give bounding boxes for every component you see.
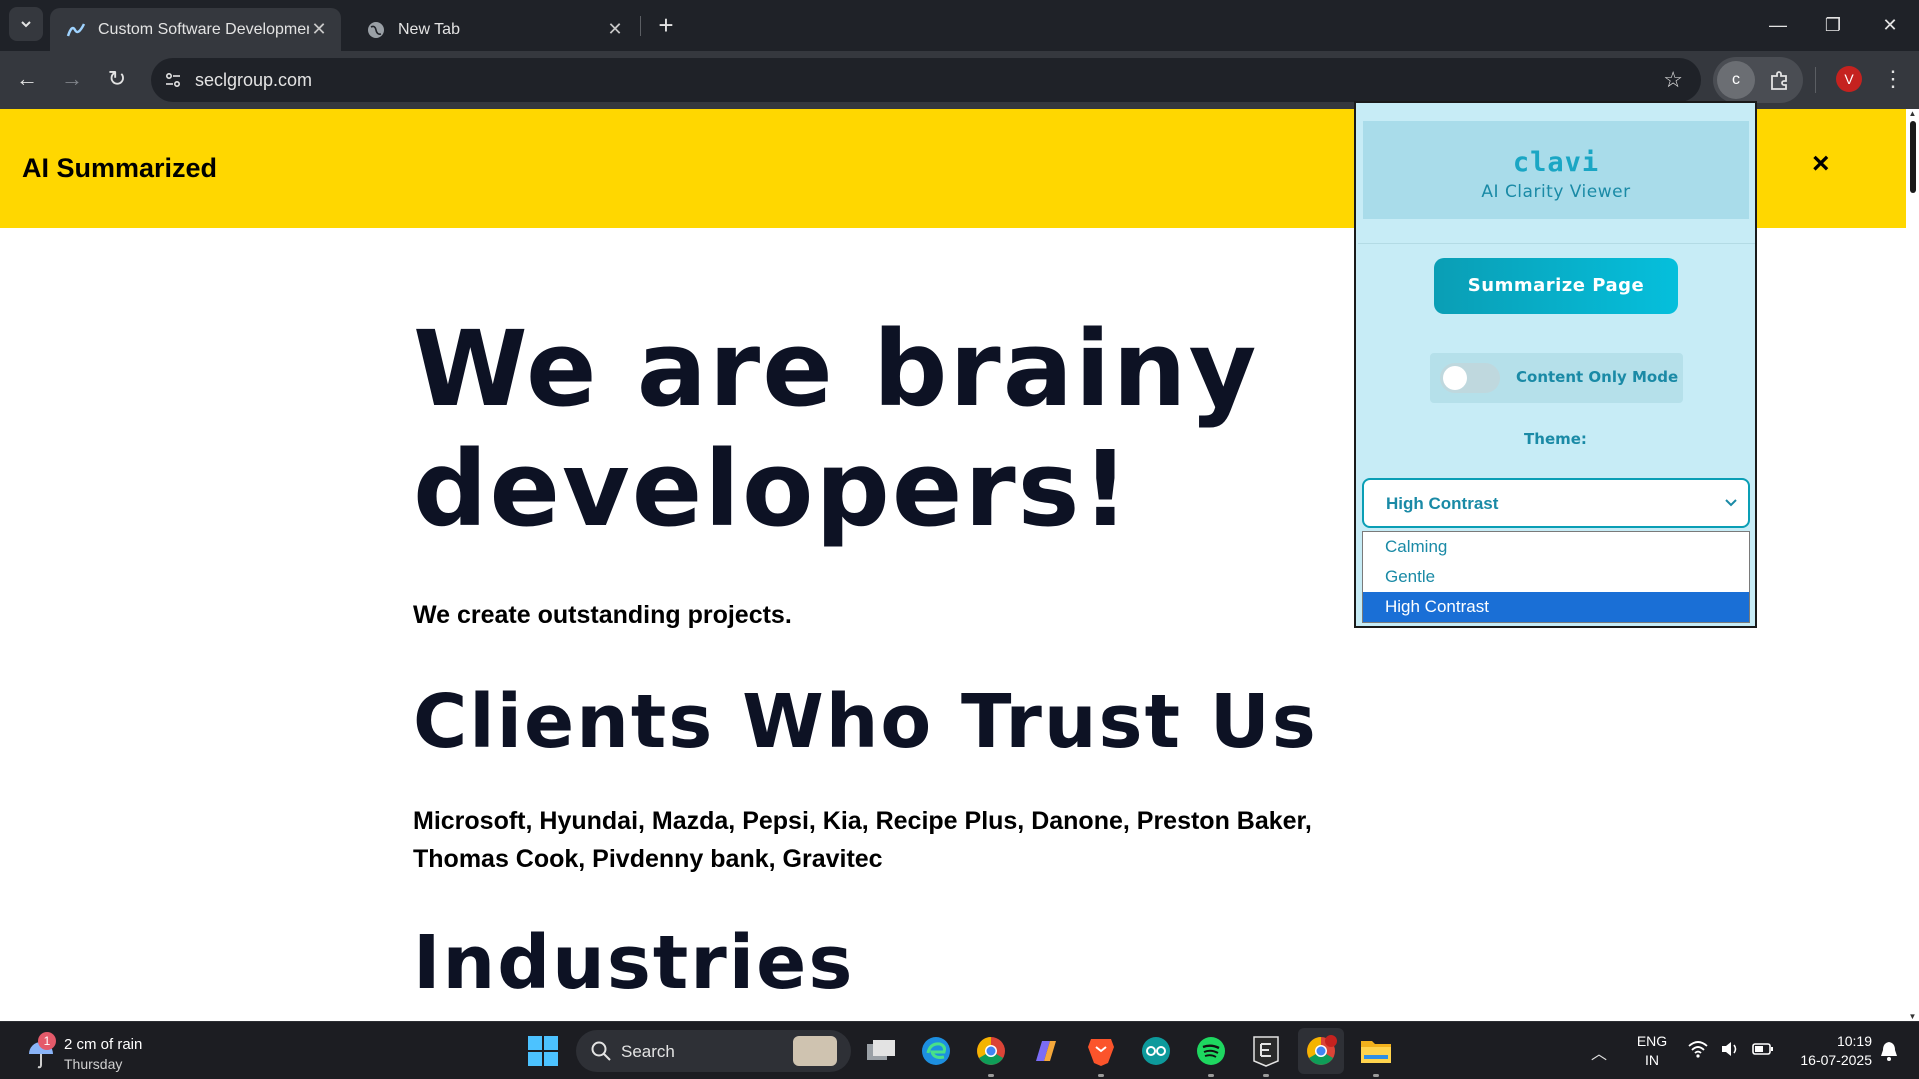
theme-selected-value: High Contrast bbox=[1386, 494, 1499, 513]
clavi-extension-button[interactable]: c bbox=[1717, 61, 1755, 99]
scroll-down-arrow-icon[interactable]: ▼ bbox=[1908, 1012, 1917, 1021]
toggle-knob bbox=[1443, 366, 1467, 390]
clock[interactable]: 10:19 16-07-2025 bbox=[1782, 1032, 1872, 1070]
hero-subline: We create outstanding projects. bbox=[413, 601, 792, 629]
seclgroup-logo-icon bbox=[66, 20, 86, 40]
popup-divider bbox=[1358, 243, 1755, 244]
content-only-label: Content Only Mode bbox=[1516, 368, 1679, 386]
app-running-indicator bbox=[1263, 1074, 1269, 1077]
more-menu-icon[interactable]: ⋮ bbox=[1878, 63, 1908, 95]
popup-header: clavi AI Clarity Viewer bbox=[1363, 121, 1749, 219]
language-indicator[interactable]: ENG IN bbox=[1634, 1032, 1670, 1070]
show-hidden-icons-icon[interactable]: ︿ bbox=[1591, 1040, 1607, 1064]
tab-search-button[interactable] bbox=[9, 7, 43, 41]
globe-icon bbox=[366, 20, 386, 40]
clients-heading: Clients Who Trust Us bbox=[413, 679, 1318, 765]
banner-close-icon[interactable]: × bbox=[1812, 147, 1830, 181]
notification-bell-icon[interactable] bbox=[1878, 1040, 1900, 1062]
app-running-indicator bbox=[988, 1074, 994, 1077]
windows-start-icon[interactable] bbox=[527, 1035, 559, 1067]
puzzle-icon[interactable] bbox=[1765, 66, 1795, 94]
theme-option-calming[interactable]: Calming bbox=[1363, 532, 1749, 562]
chevron-down-icon bbox=[1724, 493, 1738, 513]
taskbar-search[interactable]: Search bbox=[576, 1030, 851, 1072]
tab-separator bbox=[640, 16, 641, 36]
tab-close-icon[interactable]: ✕ bbox=[309, 19, 329, 40]
content-only-toggle[interactable] bbox=[1440, 363, 1500, 393]
chevron-down-icon bbox=[21, 21, 31, 28]
weather-alert-badge: 1 bbox=[38, 1032, 56, 1050]
epic-games-icon[interactable] bbox=[1248, 1033, 1284, 1077]
close-window-icon[interactable]: ✕ bbox=[1870, 10, 1910, 40]
minimize-icon[interactable]: — bbox=[1758, 10, 1798, 40]
site-info-icon[interactable] bbox=[151, 71, 195, 89]
theme-option-gentle[interactable]: Gentle bbox=[1363, 562, 1749, 592]
tab-title: New Tab bbox=[398, 20, 460, 38]
bookmark-star-icon[interactable]: ☆ bbox=[1663, 67, 1683, 93]
app-running-indicator bbox=[1098, 1074, 1104, 1077]
banner-title: AI Summarized bbox=[22, 153, 218, 183]
popup-subtitle: AI Clarity Viewer bbox=[1481, 182, 1631, 202]
industries-heading: Industries bbox=[413, 920, 855, 1006]
chrome-icon[interactable] bbox=[973, 1033, 1009, 1077]
search-icon bbox=[591, 1041, 611, 1061]
search-placeholder: Search bbox=[621, 1042, 675, 1061]
windows-taskbar: 1 2 cm of rain Thursday Search ︿ ENG IN … bbox=[0, 1021, 1919, 1079]
weather-widget[interactable]: 1 2 cm of rain Thursday bbox=[22, 1030, 172, 1074]
volume-icon[interactable] bbox=[1720, 1040, 1740, 1058]
clients-list: Microsoft, Hyundai, Mazda, Pepsi, Kia, R… bbox=[413, 807, 1312, 873]
tab-custom-software[interactable]: Custom Software Development ✕ bbox=[50, 8, 341, 51]
clavi-popup: clavi AI Clarity Viewer Summarize Page C… bbox=[1354, 101, 1757, 628]
edge-icon[interactable] bbox=[918, 1033, 954, 1069]
app-running-indicator bbox=[1373, 1074, 1379, 1077]
weather-day: Thursday bbox=[64, 1056, 123, 1072]
tab-title: Custom Software Development bbox=[98, 20, 309, 38]
clock-time: 10:19 bbox=[1836, 1033, 1872, 1049]
battery-icon[interactable] bbox=[1752, 1040, 1774, 1058]
tab-new-tab[interactable]: New Tab ✕ bbox=[350, 8, 637, 51]
address-bar[interactable]: seclgroup.com ☆ bbox=[151, 58, 1701, 102]
hero-heading: We are brainy developers! bbox=[413, 309, 1313, 549]
extensions-area: c bbox=[1713, 57, 1803, 103]
back-icon[interactable]: ← bbox=[10, 62, 44, 96]
weather-text: 2 cm of rain bbox=[64, 1036, 143, 1053]
scrollbar[interactable]: ▲ ▼ bbox=[1906, 109, 1919, 1021]
lang-code: ENG bbox=[1636, 1033, 1668, 1049]
hero-line: We are brainy bbox=[413, 308, 1259, 430]
tab-close-icon[interactable]: ✕ bbox=[605, 19, 625, 40]
summarize-page-button[interactable]: Summarize Page bbox=[1434, 258, 1678, 314]
task-view-icon[interactable] bbox=[863, 1033, 899, 1069]
theme-dropdown-list: Calming Gentle High Contrast bbox=[1362, 531, 1750, 623]
toolbar-separator bbox=[1815, 67, 1816, 93]
theme-option-high-contrast[interactable]: High Contrast bbox=[1363, 592, 1749, 622]
brave-icon[interactable] bbox=[1083, 1033, 1119, 1077]
theme-label: Theme: bbox=[1524, 430, 1587, 448]
file-explorer-icon[interactable] bbox=[1358, 1033, 1394, 1077]
hero-line: developers! bbox=[413, 428, 1132, 550]
spotify-icon[interactable] bbox=[1193, 1033, 1229, 1077]
lang-region: IN bbox=[1645, 1052, 1659, 1068]
wifi-icon[interactable] bbox=[1688, 1040, 1708, 1058]
scrollbar-thumb[interactable] bbox=[1910, 121, 1916, 193]
system-tray[interactable] bbox=[1688, 1040, 1774, 1058]
popup-brand: clavi bbox=[1512, 147, 1600, 178]
app-running-indicator bbox=[1208, 1074, 1214, 1077]
profile-avatar[interactable]: V bbox=[1836, 66, 1862, 92]
copilot-icon[interactable] bbox=[1028, 1033, 1064, 1069]
tab-strip: Custom Software Development ✕ New Tab ✕ … bbox=[0, 0, 1919, 51]
search-highlight-image bbox=[793, 1036, 837, 1066]
reload-icon[interactable]: ↻ bbox=[100, 62, 134, 96]
restore-icon[interactable]: ❐ bbox=[1813, 10, 1853, 40]
clock-date: 16-07-2025 bbox=[1800, 1052, 1872, 1068]
url-text: seclgroup.com bbox=[195, 69, 313, 90]
arduino-icon[interactable] bbox=[1138, 1033, 1174, 1069]
theme-select[interactable]: High Contrast bbox=[1362, 478, 1750, 528]
forward-icon[interactable]: → bbox=[55, 62, 89, 96]
scroll-up-arrow-icon[interactable]: ▲ bbox=[1908, 109, 1917, 118]
content-only-row: Content Only Mode bbox=[1430, 353, 1683, 403]
new-tab-button[interactable]: + bbox=[651, 11, 681, 41]
chrome-profile-icon[interactable] bbox=[1298, 1028, 1344, 1074]
